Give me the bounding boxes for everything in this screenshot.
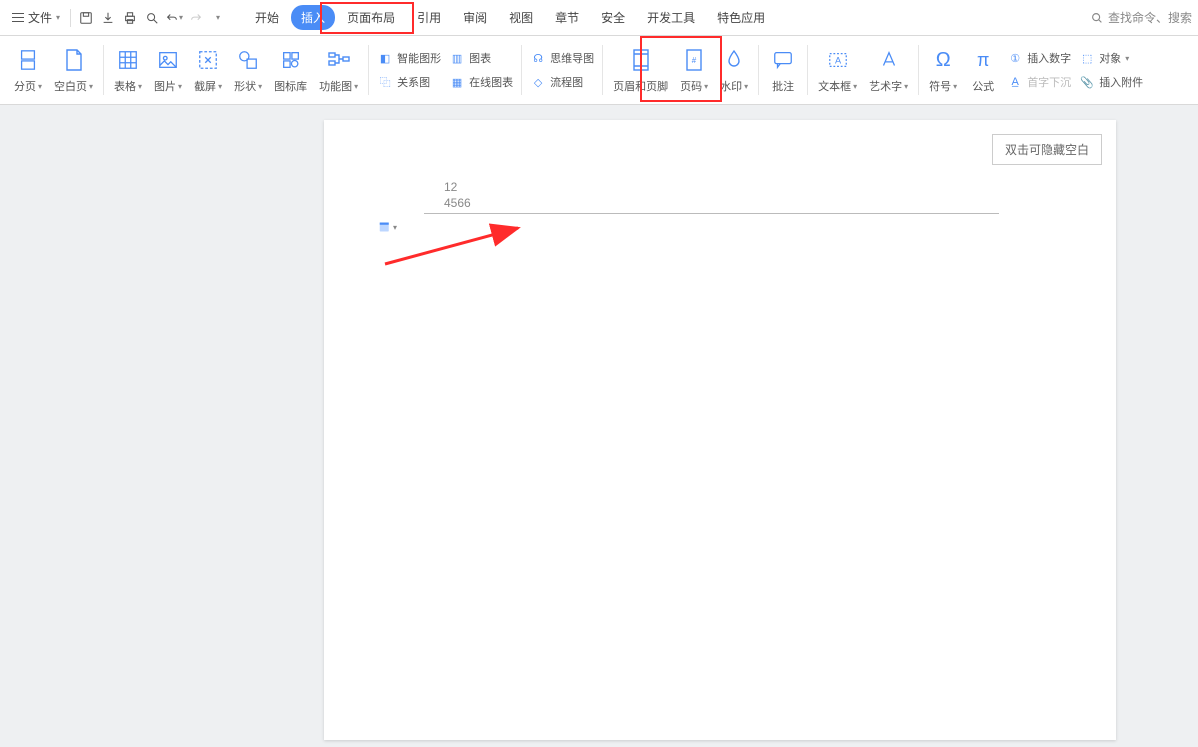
header-line1: 12	[444, 180, 457, 194]
textbox-icon: A	[827, 46, 849, 74]
number-icon: ①	[1007, 50, 1023, 66]
table-icon	[117, 46, 139, 74]
header-handle-icon[interactable]: ▾	[379, 218, 397, 236]
smart-graphic-icon: ◧	[377, 50, 393, 66]
dropcap-icon: A̲	[1007, 74, 1023, 90]
separator	[70, 9, 71, 27]
online-chart-button[interactable]: ▦在线图表	[449, 72, 513, 92]
header-line2: 4566	[444, 196, 471, 210]
qat-more-icon[interactable]: ▾	[207, 7, 229, 29]
tab-security[interactable]: 安全	[591, 5, 635, 30]
equation-button[interactable]: π 公式	[963, 39, 1003, 101]
insert-number-button[interactable]: ①插入数字	[1007, 48, 1071, 68]
hamburger-icon	[12, 13, 24, 23]
ribbon-chart-col: ◧智能图形 ⿻关系图	[373, 48, 445, 92]
flow-icon: ◇	[530, 74, 546, 90]
chevron-down-icon: ▾	[38, 82, 42, 91]
watermark-icon	[724, 46, 744, 74]
textbox-button[interactable]: A 文本框▾	[812, 39, 863, 101]
document-page[interactable]: 双击可隐藏空白 12 4566 ▾	[324, 120, 1116, 740]
print-icon[interactable]	[119, 7, 141, 29]
tab-chapter[interactable]: 章节	[545, 5, 589, 30]
blank-page-icon	[64, 46, 84, 74]
search-placeholder: 查找命令、搜索	[1108, 9, 1192, 26]
page-number-icon: #	[684, 46, 704, 74]
wordart-icon	[878, 46, 900, 74]
mindmap-button[interactable]: ☊思维导图	[530, 48, 594, 68]
page-number-button[interactable]: # 页码▾	[674, 39, 714, 101]
chart-button[interactable]: ▥图表	[449, 48, 513, 68]
comment-button[interactable]: 批注	[763, 39, 803, 101]
picture-icon	[157, 46, 179, 74]
file-label: 文件	[28, 9, 52, 26]
document-canvas[interactable]: 双击可隐藏空白 12 4566 ▾	[0, 105, 1198, 747]
file-menu[interactable]: 文件 ▾	[6, 9, 66, 26]
tab-special[interactable]: 特色应用	[707, 5, 775, 30]
page-break-icon	[17, 46, 39, 74]
tab-view[interactable]: 视图	[499, 5, 543, 30]
comment-icon	[772, 46, 794, 74]
svg-text:#: #	[692, 56, 697, 65]
flow-button[interactable]: ◇流程图	[530, 72, 594, 92]
export-icon[interactable]	[97, 7, 119, 29]
tab-page-layout[interactable]: 页面布局	[337, 5, 405, 30]
attachment-icon: 📎	[1079, 74, 1095, 90]
tab-review[interactable]: 审阅	[453, 5, 497, 30]
picture-button[interactable]: 图片▾	[148, 39, 188, 101]
icon-lib-icon	[280, 46, 302, 74]
relation-button[interactable]: ⿻关系图	[377, 72, 441, 92]
redo-icon[interactable]	[185, 7, 207, 29]
smart-graphic-button[interactable]: ◧智能图形	[377, 48, 441, 68]
svg-text:A: A	[835, 56, 842, 66]
table-button[interactable]: 表格▾	[108, 39, 148, 101]
tab-references[interactable]: 引用	[407, 5, 451, 30]
smartart-icon	[327, 46, 351, 74]
screenshot-icon	[197, 46, 219, 74]
symbol-button[interactable]: Ω 符号▾	[923, 39, 963, 101]
drop-cap-button: A̲首字下沉	[1007, 72, 1071, 92]
save-icon[interactable]	[75, 7, 97, 29]
ribbon: 分页▾ 空白页▾ 表格▾ 图片▾ 截屏▾ 形状▾ 图标库 功能图▾ ◧智能图形 …	[0, 36, 1198, 105]
ribbon-tabs: 开始 插入 页面布局 引用 审阅 视图 章节 安全 开发工具 特色应用	[245, 5, 775, 30]
chevron-down-icon: ▾	[179, 13, 183, 22]
blank-page-button[interactable]: 空白页▾	[48, 39, 99, 101]
header-edit-area[interactable]: 12 4566	[424, 180, 999, 214]
smartart-button[interactable]: 功能图▾	[313, 39, 364, 101]
command-search[interactable]: 查找命令、搜索	[1090, 9, 1192, 26]
chart-icon: ▥	[449, 50, 465, 66]
undo-icon[interactable]: ▾	[163, 7, 185, 29]
symbol-icon: Ω	[936, 46, 951, 74]
mindmap-icon: ☊	[530, 50, 546, 66]
chevron-down-icon: ▾	[56, 13, 60, 22]
online-chart-icon: ▦	[449, 74, 465, 90]
menubar: 文件 ▾ ▾ ▾ 开始 插入 页面布局 引用 审阅 视图 章节 安全 开发工具 …	[0, 0, 1198, 36]
icon-lib-button[interactable]: 图标库	[268, 39, 313, 101]
screenshot-button[interactable]: 截屏▾	[188, 39, 228, 101]
tab-insert[interactable]: 插入	[291, 5, 335, 30]
header-footer-icon	[631, 46, 651, 74]
attachment-button[interactable]: 📎插入附件	[1079, 72, 1143, 92]
tab-developer[interactable]: 开发工具	[637, 5, 705, 30]
wordart-button[interactable]: 艺术字▾	[863, 39, 914, 101]
shapes-icon	[237, 46, 259, 74]
hide-blank-button[interactable]: 双击可隐藏空白	[992, 134, 1102, 165]
relation-icon: ⿻	[377, 74, 393, 90]
header-footer-button[interactable]: 页眉和页脚	[607, 39, 674, 101]
search-icon	[1090, 11, 1104, 25]
object-icon: ⬚	[1079, 50, 1095, 66]
object-button[interactable]: ⬚对象▾	[1079, 48, 1143, 68]
shapes-button[interactable]: 形状▾	[228, 39, 268, 101]
tab-home[interactable]: 开始	[245, 5, 289, 30]
equation-icon: π	[977, 46, 989, 74]
preview-icon[interactable]	[141, 7, 163, 29]
watermark-button[interactable]: 水印▾	[714, 39, 754, 101]
page-break-button[interactable]: 分页▾	[8, 39, 48, 101]
